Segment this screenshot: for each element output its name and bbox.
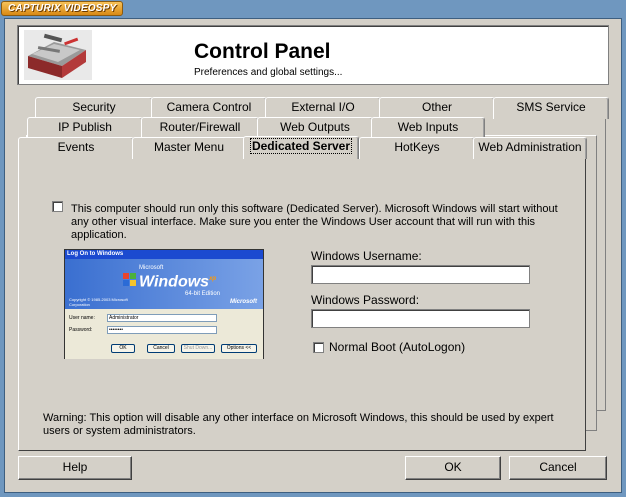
tab-router-firewall[interactable]: Router/Firewall bbox=[141, 117, 259, 139]
tab-other[interactable]: Other bbox=[379, 97, 495, 119]
preview-logon-form: User name: Administrator Password: •••••… bbox=[65, 309, 263, 359]
tab-security[interactable]: Security bbox=[35, 97, 153, 119]
preview-edition: 64-bit Edition bbox=[185, 291, 221, 297]
app-badge[interactable]: CAPTURIX VIDEOSPY bbox=[1, 1, 124, 16]
windows-password-input[interactable] bbox=[311, 309, 530, 328]
warning-text: Warning: This option will disable any ot… bbox=[43, 412, 554, 437]
preview-title: Log On to Windows bbox=[65, 250, 263, 259]
toolbox-icon bbox=[24, 30, 92, 80]
page-title: Control Panel bbox=[194, 40, 331, 63]
control-panel-window: Control Panel Preferences and global set… bbox=[4, 18, 622, 493]
dedicated-server-checkbox[interactable] bbox=[52, 201, 63, 212]
preview-user-field: Administrator bbox=[107, 314, 217, 322]
preview-options-button: Options << bbox=[221, 344, 257, 353]
dedicated-server-panel: This computer should run only this softw… bbox=[18, 155, 586, 451]
tab-ip-publish[interactable]: IP Publish bbox=[27, 117, 143, 139]
page-subtitle: Preferences and global settings... bbox=[194, 67, 343, 78]
normal-boot-label: Normal Boot (AutoLogon) bbox=[329, 340, 466, 354]
preview-user-label: User name: bbox=[69, 315, 95, 321]
title-bar: CAPTURIX VIDEOSPY bbox=[0, 0, 626, 20]
preview-xp: xp bbox=[209, 276, 217, 282]
tab-master-menu[interactable]: Master Menu bbox=[132, 137, 246, 159]
tab-sms-service[interactable]: SMS Service bbox=[493, 97, 609, 119]
tab-dedicated-server[interactable]: Dedicated Server bbox=[243, 136, 359, 159]
preview-brand-area: Microsoft Windowsxp 64-bit Edition Copyr… bbox=[65, 259, 263, 309]
windows-logo-icon bbox=[123, 273, 136, 286]
preview-microsoft: Microsoft bbox=[230, 299, 257, 305]
tab-dedicated-server-label: Dedicated Server bbox=[249, 138, 353, 154]
windows-username-input[interactable] bbox=[311, 265, 530, 284]
windows-password-label: Windows Password: bbox=[311, 293, 420, 307]
tab-external-io[interactable]: External I/O bbox=[265, 97, 381, 119]
preview-cancel-button: Cancel bbox=[147, 344, 175, 353]
windows-username-label: Windows Username: bbox=[311, 249, 422, 263]
preview-pass-field: •••••••• bbox=[107, 326, 217, 334]
preview-windows-wordmark: Microsoft Windowsxp bbox=[139, 265, 216, 290]
tab-events[interactable]: Events bbox=[18, 137, 134, 159]
tab-hotkeys[interactable]: HotKeys bbox=[359, 137, 475, 159]
preview-ok-button: OK bbox=[111, 344, 135, 353]
tab-web-inputs[interactable]: Web Inputs bbox=[371, 117, 485, 139]
tab-web-administration[interactable]: Web Administration bbox=[473, 137, 587, 159]
preview-pass-label: Password: bbox=[69, 327, 93, 333]
header-banner: Control Panel Preferences and global set… bbox=[17, 25, 609, 85]
tab-camera-control[interactable]: Camera Control bbox=[151, 97, 267, 119]
preview-brand: Windows bbox=[139, 273, 210, 291]
normal-boot-checkbox[interactable] bbox=[313, 342, 324, 353]
dedicated-server-description: This computer should run only this softw… bbox=[71, 203, 558, 241]
ok-button[interactable]: OK bbox=[405, 456, 501, 480]
cancel-button[interactable]: Cancel bbox=[509, 456, 607, 480]
preview-copyright: Copyright © 1985-2003 Microsoft Corporat… bbox=[69, 297, 128, 307]
preview-shutdown-button: Shut Down... bbox=[181, 344, 215, 353]
logon-preview-image: Log On to Windows Microsoft Windowsxp 64… bbox=[64, 249, 264, 359]
help-button[interactable]: Help bbox=[18, 456, 132, 480]
